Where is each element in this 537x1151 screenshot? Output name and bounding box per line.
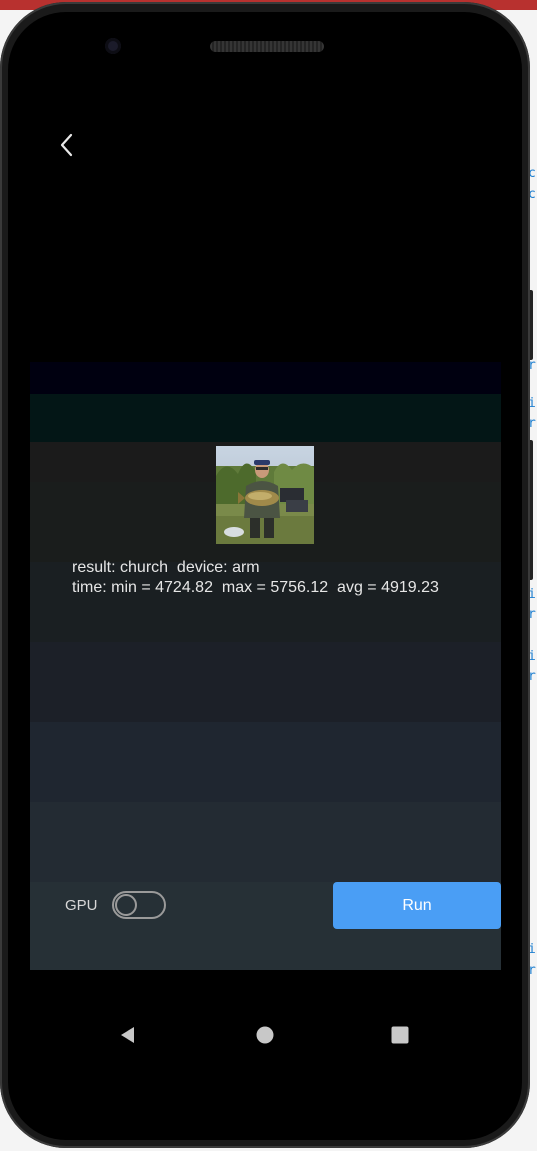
- photo-angler-with-fish: [216, 446, 314, 544]
- app-screen: result: church device: arm time: min = 47…: [30, 90, 501, 970]
- stage: c c r i r i r i r i r result: church dev…: [0, 0, 537, 1151]
- nav-recents-button[interactable]: [385, 1020, 415, 1050]
- circle-home-icon: [256, 1026, 274, 1044]
- front-camera: [105, 38, 121, 54]
- square-recents-icon: [391, 1026, 409, 1044]
- gpu-toggle[interactable]: [112, 891, 166, 919]
- toggle-knob: [115, 894, 137, 916]
- result-panel: result: church device: arm time: min = 47…: [30, 362, 501, 970]
- nav-home-button[interactable]: [250, 1020, 280, 1050]
- back-button[interactable]: [52, 130, 82, 160]
- nav-back-button[interactable]: [113, 1020, 143, 1050]
- earpiece-speaker: [210, 41, 324, 52]
- system-nav-bar: [8, 985, 522, 1085]
- gpu-label: GPU: [65, 897, 98, 914]
- timing-line: time: min = 4724.82 max = 5756.12 avg = …: [72, 579, 439, 596]
- triangle-back-icon: [121, 1027, 134, 1043]
- input-image-thumbnail: [216, 446, 314, 544]
- run-button[interactable]: Run: [333, 882, 501, 929]
- result-text-block: result: church device: arm time: min = 47…: [72, 558, 492, 598]
- result-line: result: church device: arm: [72, 559, 260, 576]
- chevron-left-icon: [60, 133, 73, 157]
